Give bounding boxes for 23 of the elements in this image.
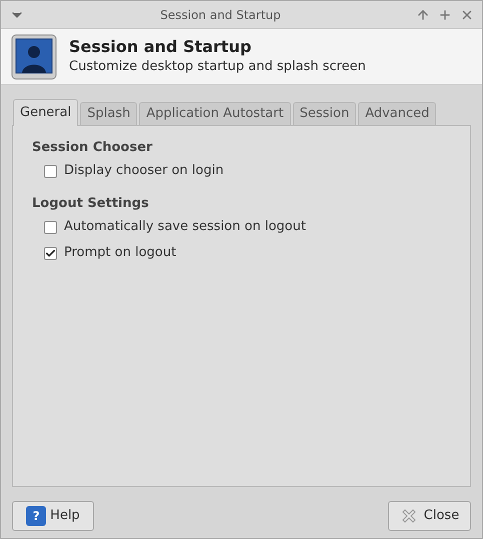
header-title: Session and Startup	[69, 36, 252, 56]
close-button[interactable]: Close	[388, 501, 471, 531]
checkbox[interactable]	[44, 164, 57, 178]
tab[interactable]: Application Autostart	[139, 102, 291, 125]
raise-icon[interactable]	[416, 8, 430, 22]
maximize-icon[interactable]	[438, 8, 452, 22]
tab[interactable]: Advanced	[358, 102, 436, 125]
header-subtitle: Customize desktop startup and splash screen	[69, 58, 366, 76]
tab[interactable]: General	[13, 99, 78, 126]
checkbox[interactable]	[44, 220, 57, 234]
help-button[interactable]: ? Help	[12, 501, 94, 531]
help-icon: ?	[26, 506, 46, 526]
section-heading: Logout Settings	[32, 195, 150, 213]
tab[interactable]: Splash	[80, 102, 138, 125]
checkbox-label: Prompt on logout	[64, 244, 176, 262]
window-title: Session and Startup	[159, 6, 282, 24]
checkbox[interactable]	[44, 246, 57, 260]
close-icon	[400, 507, 418, 525]
tab[interactable]: Session	[292, 102, 356, 125]
checkbox-label: Display chooser on login	[64, 162, 224, 180]
section-heading: Session Chooser	[32, 139, 154, 157]
user-silhouette-icon	[11, 34, 57, 80]
checkbox-label: Automatically save session on logout	[64, 218, 306, 236]
